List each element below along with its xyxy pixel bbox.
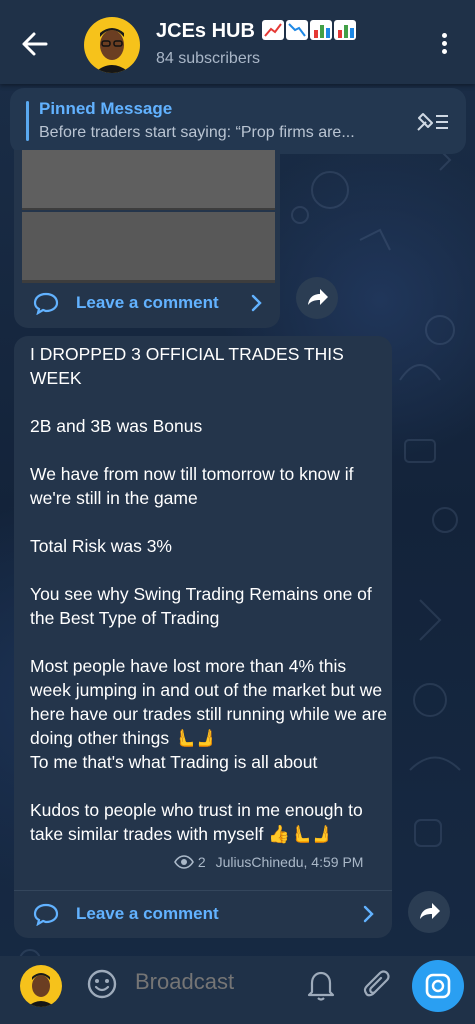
chart-up-icon [262, 20, 285, 40]
text-post-bubble: I DROPPED 3 OFFICIAL TRADES THIS WEEK 2B… [14, 336, 392, 938]
comment-icon [33, 292, 59, 315]
chart-down-icon [286, 20, 309, 40]
post-text: I DROPPED 3 OFFICIAL TRADES THIS WEEK 2B… [30, 344, 387, 844]
more-menu-button[interactable] [434, 30, 454, 60]
back-button[interactable] [18, 28, 54, 60]
attach-button[interactable] [362, 968, 394, 1002]
share-arrow-icon [308, 289, 328, 305]
camera-icon [425, 973, 451, 999]
leave-comment-button[interactable]: Leave a comment [14, 280, 280, 326]
pinned-label: Pinned Message [39, 99, 173, 118]
image-post-bubble: Leave a comment [14, 150, 280, 328]
eye-icon [174, 855, 194, 869]
pinned-indicator [26, 101, 29, 141]
post-image[interactable] [22, 150, 275, 208]
post-image[interactable] [22, 212, 275, 280]
bell-icon [307, 971, 335, 1001]
share-arrow-icon [420, 903, 440, 919]
avatar-portrait-icon [94, 28, 130, 73]
post-author-time: JuliusChinedu, 4:59 PM [215, 854, 364, 870]
leave-comment-label: Leave a comment [76, 904, 219, 923]
pinned-message-bar[interactable]: Pinned Message Before traders start sayi… [10, 88, 466, 154]
notification-toggle-button[interactable] [306, 968, 336, 1002]
bar-chart-icon [310, 20, 333, 40]
channel-title-text: JCEs HUB [156, 20, 255, 42]
share-button[interactable] [408, 891, 450, 933]
channel-title[interactable]: JCEs HUB [156, 20, 357, 43]
comment-icon [33, 903, 59, 926]
unpin-button[interactable] [414, 108, 450, 136]
send-as-avatar[interactable] [20, 965, 62, 1007]
channel-header: JCEs HUB 84 subscribers [0, 0, 475, 84]
chevron-right-icon [363, 905, 374, 923]
share-button[interactable] [296, 277, 338, 319]
paperclip-icon [363, 970, 390, 997]
subscriber-count: 84 subscribers [156, 50, 261, 67]
leave-comment-button[interactable]: Leave a comment [14, 890, 392, 937]
channel-avatar[interactable] [84, 17, 140, 73]
leave-comment-label: Leave a comment [76, 293, 219, 312]
emoji-button[interactable] [86, 968, 118, 1000]
post-meta: 2 JuliusChinedu, 4:59 PM [174, 854, 363, 870]
emoji-icon [87, 969, 117, 999]
back-arrow-icon [22, 32, 48, 56]
avatar-portrait-icon [27, 973, 55, 1007]
chevron-right-icon [251, 294, 262, 312]
view-count: 2 [197, 854, 206, 870]
kebab-menu-icon [434, 33, 454, 54]
broadcast-input[interactable] [135, 969, 295, 995]
pinned-preview: Before traders start saying: “Prop firms… [39, 124, 355, 141]
broadcast-composer [0, 956, 475, 1024]
bar-chart-icon [334, 20, 357, 40]
camera-button[interactable] [412, 960, 464, 1012]
unpin-icon [417, 113, 448, 131]
